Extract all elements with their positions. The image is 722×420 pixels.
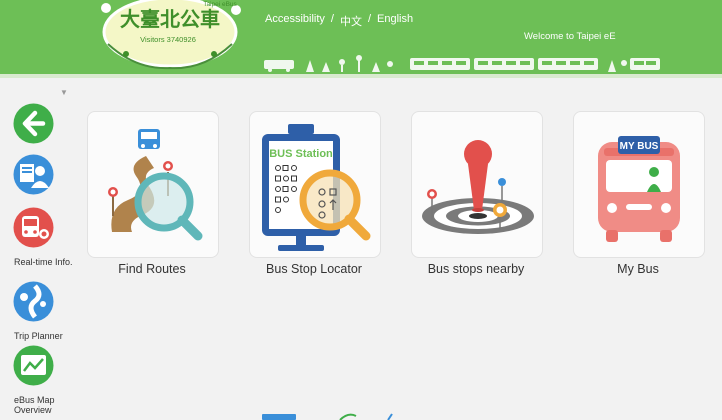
nav-separator: / [367,13,372,25]
chinese-link[interactable]: 中文 [340,13,362,29]
trip-planner-icon [13,281,54,322]
bus-stops-nearby-label[interactable]: Bus stops nearby [396,262,556,276]
back-arrow-icon [13,103,54,144]
sidebar: ▼ Real-time Info. Trip Planner eBus Map … [0,88,73,420]
bus-station-sign-text: BUS Station [269,148,333,160]
taipei-ebus-logo[interactable]: 大臺北公車 Taipei eBus Visitors 3740926 [96,0,244,72]
bus-stop-locator-icon: BUS Station [262,124,371,251]
nav-separator: / [330,13,334,25]
accessibility-link[interactable]: Accessibility [265,13,325,29]
back-button[interactable] [13,103,54,144]
logo-title: 大臺北公車 [120,7,220,31]
header-divider [0,74,722,78]
sidebar-item-user-info[interactable] [13,154,54,195]
logo-subtitle: Taipei eBus [203,1,237,8]
collapse-caret-icon[interactable]: ▼ [60,88,68,97]
english-link[interactable]: English [377,13,413,29]
user-info-icon [13,154,54,195]
welcome-text: Welcome to Taipei eE [524,31,616,42]
visitor-counter: Visitors 3740926 [140,35,196,44]
bus-stops-nearby-card[interactable] [411,111,543,258]
my-bus-sign-text: MY BUS [620,141,659,152]
find-routes-card[interactable] [87,111,219,258]
nav-links: Accessibility / 中文 / English [265,13,413,29]
bus-stop-locator-card[interactable]: BUS Station [249,111,381,258]
sidebar-item-realtime-info[interactable] [13,207,54,248]
city-skyline-decoration [264,55,660,72]
sidebar-label-map-overview[interactable]: eBus Map Overview [14,395,74,415]
sidebar-label-trip-planner[interactable]: Trip Planner [14,331,74,341]
map-overview-icon [13,345,54,386]
my-bus-icon: MY BUS [598,136,680,242]
header: 大臺北公車 Taipei eBus Visitors 3740926 Acces… [0,0,722,76]
sidebar-item-map-overview[interactable] [13,345,54,386]
sidebar-label-realtime[interactable]: Real-time Info. [14,257,74,267]
bus-stops-nearby-icon [422,140,534,234]
bus-stop-locator-label[interactable]: Bus Stop Locator [234,262,394,276]
page: 大臺北公車 Taipei eBus Visitors 3740926 Acces… [0,0,722,420]
sidebar-item-trip-planner[interactable] [13,281,54,322]
bus-realtime-icon [13,207,54,248]
my-bus-label[interactable]: My Bus [558,262,718,276]
footer-decoration [262,413,393,420]
find-routes-icon [108,129,203,241]
find-routes-label[interactable]: Find Routes [72,262,232,276]
my-bus-card[interactable]: MY BUS [573,111,705,258]
